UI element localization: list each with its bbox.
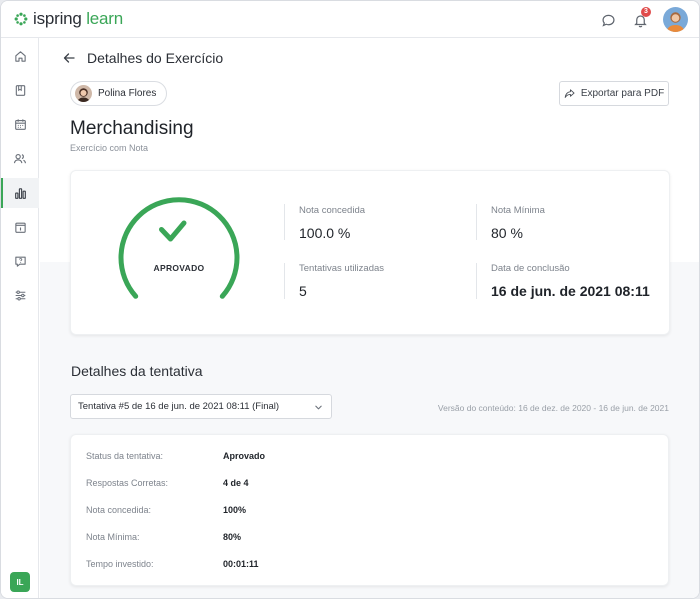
attempt-details-card: Status da tentativa: Aprovado Respostas …: [70, 434, 669, 586]
detail-value: Aprovado: [223, 451, 266, 461]
result-summary-card: APROVADO Nota concedida 100.0 % Nota Mín…: [70, 170, 670, 335]
sidebar-item-courses[interactable]: [1, 75, 39, 105]
logo-mark-icon: [14, 12, 28, 26]
divider: [284, 204, 285, 240]
user-initials-chip[interactable]: IL: [10, 572, 30, 592]
calendar-icon: [14, 118, 26, 130]
ispring-logo[interactable]: ispring learn: [14, 9, 123, 29]
bar-chart-icon: [14, 187, 26, 199]
detail-value: 4 de 4: [223, 478, 249, 488]
detail-value: 80%: [223, 532, 242, 542]
detail-row: Status da tentativa: Aprovado: [86, 451, 265, 461]
detail-row: Tempo investido: 00:01:11: [86, 559, 259, 569]
learner-name: Polina Flores: [98, 88, 157, 99]
detail-label: Status da tentativa:: [86, 451, 164, 461]
home-icon: [14, 50, 26, 62]
stat-min-score-label: Nota Mínima: [491, 205, 545, 216]
info-card-icon: [14, 222, 26, 233]
detail-label: Respostas Corretas:: [86, 478, 169, 488]
exercise-title: Merchandising: [70, 118, 194, 139]
sliders-icon: [15, 290, 25, 300]
detail-value: 00:01:11: [223, 559, 259, 569]
page-title: Detalhes do Exercício: [87, 50, 224, 66]
learner-chip[interactable]: Polina Flores: [70, 81, 168, 106]
result-gauge: [118, 197, 240, 299]
book-icon: [15, 84, 25, 96]
app-window: ispring learn 3 IL Detalhes do Exercício…: [0, 0, 700, 599]
detail-value: 100%: [223, 505, 247, 515]
stat-attempts-value: 5: [299, 283, 307, 299]
stat-min-score-value: 80 %: [491, 225, 523, 241]
detail-label: Tempo investido:: [86, 559, 154, 569]
help-chat-icon: [14, 256, 26, 267]
sidebar-item-home[interactable]: [1, 41, 39, 71]
result-status-label: APROVADO: [153, 263, 205, 273]
attempt-select-value: Tentativa #5 de 16 de jun. de 2021 08:11…: [78, 401, 280, 412]
sidebar-item-info[interactable]: [1, 212, 39, 242]
learner-avatar: [75, 85, 92, 102]
stat-min-score: Nota Mínima 80 %: [491, 205, 545, 241]
detail-label: Nota concedida:: [86, 505, 152, 515]
stat-attempts: Tentativas utilizadas 5: [299, 263, 384, 299]
logo-text: ispring learn: [33, 9, 124, 28]
share-arrow-icon: [564, 89, 575, 98]
export-pdf-label: Exportar para PDF: [580, 88, 665, 99]
user-avatar[interactable]: [663, 7, 688, 32]
back-arrow-icon[interactable]: [62, 51, 76, 65]
chevron-down-icon: [315, 405, 322, 410]
sidebar-item-reports[interactable]: [1, 178, 39, 208]
notification-badge: 3: [641, 7, 651, 17]
attempt-section-title: Detalhes da tentativa: [71, 363, 203, 379]
divider: [476, 204, 477, 240]
sidebar-item-calendar[interactable]: [1, 109, 39, 139]
detail-row: Nota concedida: 100%: [86, 505, 246, 515]
exercise-subtitle: Exercício com Nota: [70, 143, 149, 153]
detail-row: Nota Mínima: 80%: [86, 532, 241, 542]
chat-icon[interactable]: [599, 11, 617, 29]
stat-score-label: Nota concedida: [299, 205, 366, 216]
stat-attempts-label: Tentativas utilizadas: [299, 263, 385, 274]
stat-completion-date-label: Data de conclusão: [491, 263, 570, 274]
main-content: Detalhes do Exercício Polina Flores Expo…: [40, 39, 699, 598]
check-icon: [159, 220, 187, 242]
top-bar: ispring learn 3: [1, 1, 699, 38]
content-version-note: Versão do conteúdo: 16 de dez. de 2020 -…: [437, 403, 669, 413]
detail-label: Nota Mínima:: [86, 532, 140, 542]
stat-score: Nota concedida 100.0 %: [299, 205, 365, 241]
sidebar-item-users[interactable]: [1, 143, 39, 173]
stat-completion-date: Data de conclusão 16 de jun. de 2021 08:…: [491, 263, 650, 299]
sidebar: IL: [1, 38, 39, 598]
users-icon: [13, 153, 27, 163]
divider: [284, 263, 285, 299]
export-pdf-button[interactable]: Exportar para PDF: [559, 81, 669, 106]
sidebar-item-settings[interactable]: [1, 280, 39, 310]
stat-score-value: 100.0 %: [299, 225, 351, 241]
divider: [476, 263, 477, 299]
attempt-select[interactable]: Tentativa #5 de 16 de jun. de 2021 08:11…: [70, 394, 332, 419]
detail-row: Respostas Corretas: 4 de 4: [86, 478, 249, 488]
gauge-arc: [118, 197, 240, 299]
stat-completion-date-value: 16 de jun. de 2021 08:11: [491, 283, 650, 299]
sidebar-item-help[interactable]: [1, 246, 39, 276]
